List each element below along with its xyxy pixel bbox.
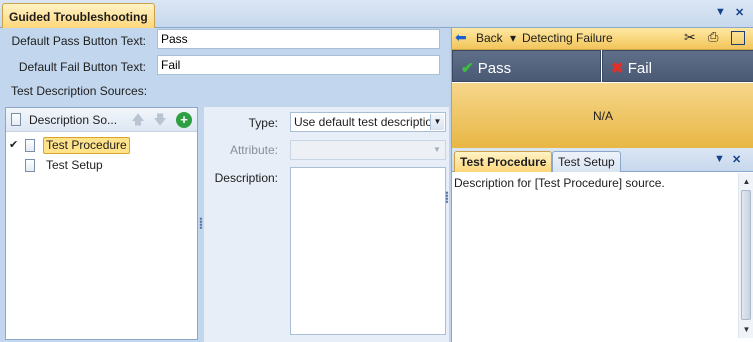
description-viewer: Description for [Test Procedure] source. — [454, 176, 665, 190]
attribute-label: Attribute: — [229, 143, 278, 157]
add-source-icon[interactable]: + — [176, 112, 192, 128]
pass-button-label: Pass — [477, 60, 512, 77]
default-fail-input[interactable] — [157, 55, 440, 75]
type-select-value: Use default test descriptio — [294, 115, 433, 129]
fail-button[interactable]: ✖ Fail — [602, 50, 753, 82]
attribute-select[interactable]: ▼ — [290, 140, 446, 160]
chevron-down-icon[interactable]: ▼ — [430, 114, 444, 130]
na-label: N/A — [592, 109, 613, 123]
type-select[interactable]: Use default test descriptio ▼ — [290, 112, 446, 132]
tab-guided-troubleshooting[interactable]: Guided Troubleshooting — [2, 3, 155, 28]
source-properties: Type: Use default test descriptio ▼ Attr… — [204, 107, 449, 342]
description-textarea[interactable] — [290, 167, 446, 335]
tab-test-procedure[interactable]: Test Procedure — [454, 151, 553, 172]
fail-button-label: Fail — [627, 60, 652, 77]
move-down-icon[interactable]: 🡇 — [152, 112, 168, 128]
tree-item-test-procedure[interactable]: ✔ Test Procedure — [6, 137, 196, 155]
vertical-splitter-grip[interactable]: • • • • — [199, 215, 203, 233]
scroll-thumb[interactable] — [741, 190, 751, 320]
description-label: Description: — [214, 171, 278, 185]
description-sources-label: Test Description Sources: — [11, 84, 148, 98]
back-button[interactable]: Back — [476, 31, 503, 45]
default-pass-input[interactable] — [157, 29, 440, 49]
document-tab-strip: Guided Troubleshooting ▼ ✕ — [0, 0, 753, 28]
tab-menu-icon[interactable]: ▼ — [715, 6, 726, 18]
back-arrow-icon[interactable]: ⬅ — [455, 29, 467, 46]
check-icon: ✔ — [461, 60, 474, 77]
vertical-splitter-grip[interactable]: • • • • — [445, 189, 449, 207]
chevron-down-icon[interactable]: ▼ — [430, 142, 444, 158]
x-icon: ✖ — [611, 60, 624, 77]
tree-item-label[interactable]: Test Setup — [43, 157, 106, 174]
vertical-scrollbar[interactable]: ▲ ▼ — [738, 173, 753, 338]
document-icon — [25, 139, 35, 152]
preview-toolbar: ⬅ Back ▾ Detecting Failure ✂ ⎙ — [452, 28, 753, 50]
pass-button[interactable]: ✔ Pass — [452, 50, 601, 82]
document-icon — [25, 159, 35, 172]
tree-item-label[interactable]: Test Procedure — [43, 137, 130, 154]
description-tabs: Test Procedure Test Setup ▼ ✕ — [452, 148, 753, 172]
step-title: Detecting Failure — [522, 31, 613, 45]
close-icon[interactable]: ✕ — [735, 6, 744, 19]
default-fail-label: Default Fail Button Text: — [18, 60, 146, 74]
tab-test-setup[interactable]: Test Setup — [552, 151, 621, 172]
scroll-up-icon[interactable]: ▲ — [739, 174, 753, 189]
scroll-down-icon[interactable]: ▼ — [739, 322, 753, 337]
fullscreen-icon[interactable] — [731, 31, 745, 45]
document-icon — [11, 113, 21, 126]
configuration-panel: Default Pass Button Text: Default Fail B… — [0, 28, 449, 342]
na-button[interactable]: N/A — [452, 83, 753, 148]
description-sources-tree: Description So... 🡅 🡇 + ✔ Test Procedure… — [5, 107, 198, 340]
preview-panel: ⬅ Back ▾ Detecting Failure ✂ ⎙ ✔ Pass ✖ … — [451, 28, 753, 342]
checked-icon[interactable]: ✔ — [9, 138, 18, 151]
close-icon[interactable]: ✕ — [732, 153, 741, 166]
move-up-icon[interactable]: 🡅 — [130, 112, 146, 128]
tab-menu-icon[interactable]: ▼ — [714, 153, 725, 165]
tree-header-title: Description So... — [29, 113, 118, 127]
print-icon[interactable]: ⎙ — [708, 29, 718, 45]
default-pass-label: Default Pass Button Text: — [11, 34, 146, 48]
type-label: Type: — [248, 116, 278, 130]
tree-toolbar: Description So... 🡅 🡇 + — [6, 108, 197, 132]
tree-item-test-setup[interactable]: Test Setup — [6, 157, 196, 175]
tools-icon[interactable]: ✂ — [684, 29, 696, 46]
step-dropdown-icon[interactable]: ▾ — [510, 31, 516, 45]
